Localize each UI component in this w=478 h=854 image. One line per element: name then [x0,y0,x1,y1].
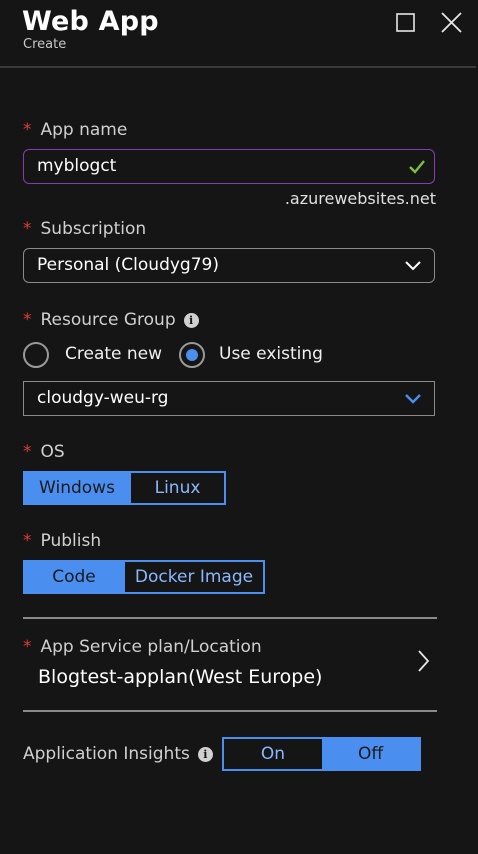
os-label-row: * OS [23,442,65,462]
maximize-icon [396,13,415,32]
os-option-linux[interactable]: Linux [129,473,224,503]
section-divider [23,710,437,712]
publish-option-code[interactable]: Code [25,562,123,592]
publish-label: Publish [40,531,102,551]
radio-create-new[interactable]: Create new [23,342,173,370]
info-icon[interactable]: i [197,746,213,762]
resource-group-value: cloudgy-weu-rg [37,388,169,408]
chevron-down-icon [404,382,422,427]
app-name-label: App name [40,120,128,140]
subscription-value: Personal (Cloudyg79) [37,255,219,275]
service-plan-label-row: * App Service plan/Location [23,637,262,657]
radio-use-existing[interactable]: Use existing [179,342,329,370]
app-name-input[interactable]: myblogct [23,149,435,184]
radio-use-existing-label: Use existing [219,344,323,364]
os-label: OS [40,442,65,462]
publish-toggle[interactable]: Code Docker Image [23,560,265,594]
radio-button[interactable] [179,342,205,368]
os-toggle[interactable]: Windows Linux [23,471,226,505]
required-marker: * [23,120,32,140]
section-divider [23,617,437,619]
resource-group-label: Resource Group [40,310,176,330]
info-icon[interactable]: i [183,312,199,328]
close-icon [441,12,462,33]
chevron-right-icon [416,648,430,678]
service-plan-label: App Service plan/Location [40,637,262,657]
os-option-windows[interactable]: Windows [25,473,129,503]
maximize-button[interactable] [393,10,419,36]
blade-subtitle: Create [23,37,67,52]
app-insights-label-row: Application Insights i [23,744,213,764]
required-marker: * [23,442,32,462]
app-insights-label: Application Insights [23,744,190,764]
required-marker: * [23,219,32,239]
app-insights-toggle[interactable]: On Off [222,737,421,771]
required-marker: * [23,637,32,657]
service-plan-value: Blogtest-applan(West Europe) [38,666,323,688]
app-name-label-row: * App name [23,120,127,140]
blade-title: Web App [22,6,159,37]
subscription-label-row: * Subscription [23,219,146,239]
app-service-plan-selector[interactable]: * App Service plan/Location Blogtest-appl… [23,620,437,710]
resource-group-dropdown[interactable]: cloudgy-weu-rg [23,381,435,416]
radio-button[interactable] [23,342,49,368]
required-marker: * [23,310,32,330]
chevron-down-icon [404,249,422,294]
radio-create-new-label: Create new [65,344,163,364]
subscription-dropdown[interactable]: Personal (Cloudyg79) [23,248,435,283]
domain-suffix: .azurewebsites.net [284,189,436,208]
close-button[interactable] [439,10,465,36]
app-insights-option-off[interactable]: Off [322,739,419,769]
resource-group-label-row: * Resource Group i [23,310,199,330]
app-name-value: myblogct [37,156,117,176]
required-marker: * [23,531,32,551]
subscription-label: Subscription [40,219,147,239]
header-divider [0,66,476,68]
publish-option-docker-image[interactable]: Docker Image [123,562,263,592]
app-insights-option-on[interactable]: On [224,739,322,769]
publish-label-row: * Publish [23,531,101,551]
